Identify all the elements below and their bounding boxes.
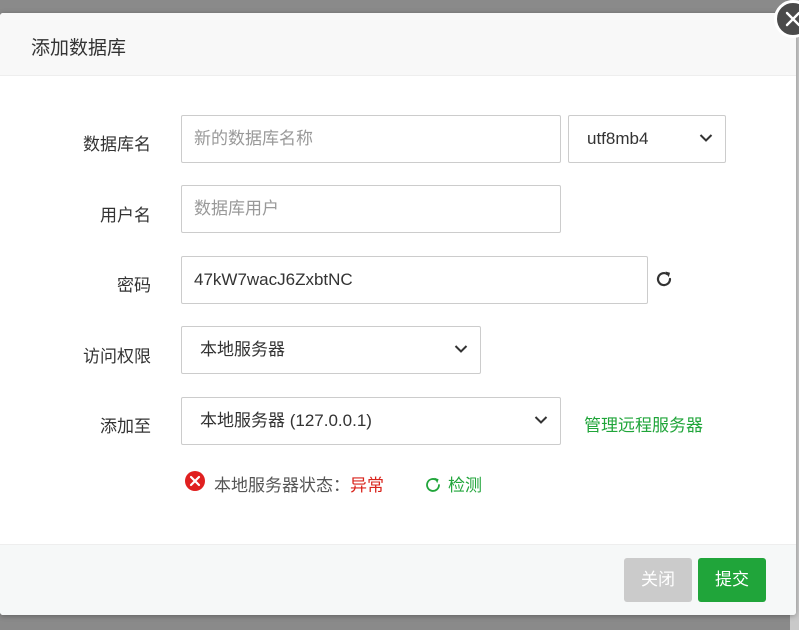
access-label: 访问权限 <box>83 347 151 366</box>
chevron-down-icon <box>699 134 713 142</box>
status-label: 本地服务器状态：异常 <box>214 476 384 495</box>
access-value: 本地服务器 <box>200 340 285 359</box>
charset-select[interactable]: utf8mb4 <box>568 115 726 163</box>
submit-button[interactable]: 提交 <box>698 558 766 602</box>
close-button[interactable]: 关闭 <box>624 558 692 602</box>
add-to-label: 添加至 <box>100 417 151 436</box>
add-to-value: 本地服务器 (127.0.0.1) <box>200 411 372 430</box>
db-name-input[interactable] <box>181 115 561 163</box>
check-label: 检测 <box>448 476 482 495</box>
add-database-dialog: 添加数据库 数据库名 utf8mb4 用户名 密码 访问权限 本地服务器 添加至… <box>0 13 796 615</box>
chevron-down-icon <box>534 416 548 424</box>
username-label: 用户名 <box>100 206 151 225</box>
check-button[interactable]: 检测 <box>424 471 482 496</box>
access-select[interactable]: 本地服务器 <box>181 326 481 374</box>
add-to-select[interactable]: 本地服务器 (127.0.0.1) <box>181 397 561 445</box>
dialog-footer: 关闭 提交 <box>0 544 796 615</box>
error-circle-icon <box>185 471 205 491</box>
manage-remote-server-link[interactable]: 管理远程服务器 <box>584 411 703 436</box>
username-input[interactable] <box>181 185 561 233</box>
close-x-icon <box>785 11 799 27</box>
refresh-icon[interactable] <box>654 269 674 289</box>
password-input[interactable] <box>181 256 648 304</box>
db-name-label: 数据库名 <box>83 135 151 154</box>
status-value: 异常 <box>350 476 384 495</box>
charset-value: utf8mb4 <box>587 129 649 148</box>
dialog-title: 添加数据库 <box>31 38 127 59</box>
dialog-header: 添加数据库 <box>0 13 796 76</box>
password-label: 密码 <box>117 276 151 295</box>
chevron-down-icon <box>454 345 468 353</box>
refresh-icon <box>426 477 440 492</box>
